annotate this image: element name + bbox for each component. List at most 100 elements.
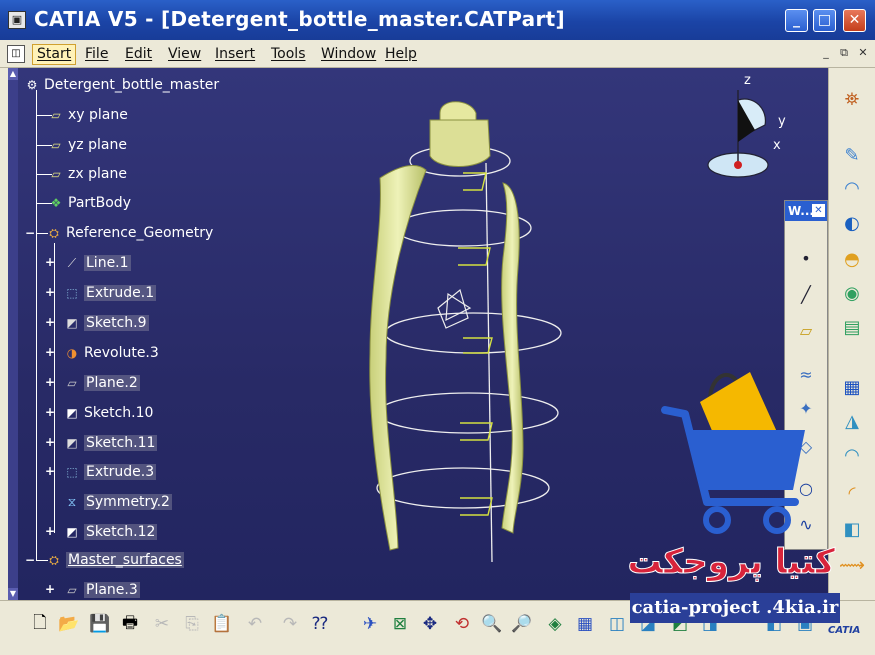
plane-icon: ▱	[51, 108, 61, 122]
tree-item-xy-plane[interactable]: ▱ xy plane	[46, 103, 128, 127]
catia-window: ▣ CATIA V5 - [Detergent_bottle_master.CA…	[0, 0, 875, 655]
zoom-in-icon[interactable]: 🔍	[480, 611, 504, 637]
fly-mode-icon[interactable]: ✈	[358, 611, 382, 637]
menu-view[interactable]: View	[168, 46, 201, 62]
undo-icon[interactable]: ↶	[243, 611, 267, 637]
iso-view-icon[interactable]: ◫	[605, 611, 629, 637]
tree-item-sketch-12[interactable]: ◩ Sketch.12	[62, 520, 158, 544]
mdi-minimize-button[interactable]: _	[818, 44, 834, 62]
fill-tool-icon[interactable]: ▤	[837, 312, 867, 342]
split-tool-icon[interactable]: ◮	[837, 406, 867, 436]
whats-this-icon[interactable]: ⁇	[308, 611, 332, 637]
sketch-icon: ◩	[66, 406, 78, 420]
redo-icon[interactable]: ↷	[278, 611, 302, 637]
tree-item-plane-3[interactable]: ▱ Plane.3	[62, 578, 140, 602]
sphere-tool-icon[interactable]: ◓	[837, 244, 867, 274]
copy-icon[interactable]: ⎘	[180, 611, 204, 637]
tree-item-line-1[interactable]: ⟋ Line.1	[62, 251, 131, 275]
open-folder-icon[interactable]: 📂	[57, 611, 81, 637]
extrude-tool-icon[interactable]: ◠	[837, 173, 867, 203]
tree-item-sketch-11[interactable]: ◩ Sketch.11	[62, 431, 158, 455]
menu-start[interactable]: Start	[32, 44, 77, 65]
sweep-tool-icon[interactable]: ◉	[837, 278, 867, 308]
collapse-toggle[interactable]: −	[25, 554, 35, 566]
plane-symbol	[437, 288, 472, 329]
geometrical-set-icon: ⛭	[49, 225, 59, 240]
point-icon[interactable]: •	[791, 243, 821, 273]
compass-x-label: x	[773, 138, 781, 153]
expand-toggle[interactable]: +	[45, 406, 55, 418]
print-icon[interactable]: 🖶	[118, 611, 142, 637]
menu-file[interactable]: File	[85, 46, 108, 62]
zoom-out-icon[interactable]: 🔎	[510, 611, 534, 637]
plane-icon: ▱	[67, 376, 77, 390]
close-button[interactable]: ✕	[843, 9, 866, 32]
fillet-tool-icon[interactable]: ◜	[837, 478, 867, 508]
expand-toggle[interactable]: +	[45, 376, 55, 388]
trim-tool-icon[interactable]: ◠	[837, 440, 867, 470]
tree-item-sketch-9[interactable]: ◩ Sketch.9	[62, 311, 149, 335]
pan-icon[interactable]: ✥	[418, 611, 442, 637]
multi-view-icon[interactable]: ▦	[573, 611, 597, 637]
new-file-icon[interactable]: 🗋	[28, 611, 52, 637]
tree-item-yz-plane[interactable]: ▱ yz plane	[46, 133, 127, 157]
expand-toggle[interactable]: +	[45, 583, 55, 595]
expand-toggle[interactable]: +	[45, 525, 55, 537]
tree-item-sketch-10[interactable]: ◩ Sketch.10	[62, 401, 153, 425]
revolve-tool-icon[interactable]: ◐	[837, 208, 867, 238]
tree-item-symmetry-2[interactable]: ⧖ Symmetry.2	[62, 490, 172, 514]
maximize-button[interactable]: □	[813, 9, 836, 32]
menu-help[interactable]: Help	[385, 46, 417, 62]
menu-insert[interactable]: Insert	[215, 46, 255, 62]
expand-toggle[interactable]: +	[45, 286, 55, 298]
cut-icon[interactable]: ✂	[150, 611, 174, 637]
tree-item-extrude-1[interactable]: ⬚ Extrude.1	[62, 281, 157, 305]
sketch-icon: ◩	[66, 525, 78, 539]
expand-toggle[interactable]: +	[45, 316, 55, 328]
line-icon[interactable]: ╱	[791, 279, 821, 309]
menu-edit[interactable]: Edit	[125, 46, 152, 62]
plane-icon: ▱	[67, 583, 77, 597]
paste-icon[interactable]: 📋	[210, 611, 234, 637]
expand-toggle[interactable]: +	[45, 436, 55, 448]
tree-item-reference-geometry[interactable]: ⛭ Reference_Geometry	[44, 221, 213, 245]
expand-toggle[interactable]: +	[45, 346, 55, 358]
line-icon: ⟋	[67, 255, 77, 270]
normal-view-icon[interactable]: ◈	[543, 611, 567, 637]
minimize-button[interactable]: _	[785, 9, 808, 32]
tree-item-revolute-3[interactable]: ◑ Revolute.3	[62, 341, 159, 365]
tree-item-plane-2[interactable]: ▱ Plane.2	[62, 371, 140, 395]
extrapolate-tool-icon[interactable]: ⟿	[837, 550, 867, 580]
expand-toggle[interactable]: +	[45, 256, 55, 268]
translate-tool-icon[interactable]: ◧	[837, 514, 867, 544]
tree-item-zx-plane[interactable]: ▱ zx plane	[46, 162, 127, 186]
tree-root[interactable]: ⚙ Detergent_bottle_master	[22, 73, 220, 97]
sketch-tool-icon[interactable]: ✎	[837, 140, 867, 170]
collapse-toggle[interactable]: −	[25, 227, 35, 239]
compass-widget[interactable]: z y x	[700, 70, 790, 190]
join-tool-icon[interactable]: ▦	[837, 372, 867, 402]
menu-tools[interactable]: Tools	[271, 46, 306, 62]
partbody-icon: ❖	[50, 196, 62, 210]
catia-app-icon[interactable]: ▣	[8, 11, 26, 29]
document-icon[interactable]: ◫	[7, 45, 25, 63]
specification-tree: ⚙ Detergent_bottle_master ▱ xy plane ▱ y…	[8, 68, 248, 600]
tree-item-partbody[interactable]: ❖ PartBody	[46, 191, 131, 215]
symmetry-icon: ⧖	[67, 494, 77, 509]
mdi-restore-button[interactable]: ⧉	[836, 44, 852, 62]
expand-toggle[interactable]: +	[45, 465, 55, 477]
mdi-close-button[interactable]: ✕	[855, 44, 871, 62]
close-icon[interactable]: ✕	[812, 204, 825, 217]
menu-window[interactable]: Window	[321, 46, 376, 62]
cap-top	[439, 101, 477, 121]
fit-all-icon[interactable]: ⊠	[388, 611, 412, 637]
rotate-icon[interactable]: ⟲	[450, 611, 474, 637]
revolute-icon: ◑	[66, 346, 78, 360]
tree-item-master-surfaces[interactable]: ⛭ Master_surfaces	[44, 548, 184, 572]
title-bar[interactable]: ▣ CATIA V5 - [Detergent_bottle_master.CA…	[0, 0, 875, 40]
save-icon[interactable]: 💾	[88, 611, 112, 637]
plane-icon: ▱	[51, 167, 61, 181]
workbench-icon[interactable]: ⛯	[837, 84, 867, 114]
tree-item-extrude-3[interactable]: ⬚ Extrude.3	[62, 460, 157, 484]
plane-tool-icon[interactable]: ▱	[791, 315, 821, 345]
